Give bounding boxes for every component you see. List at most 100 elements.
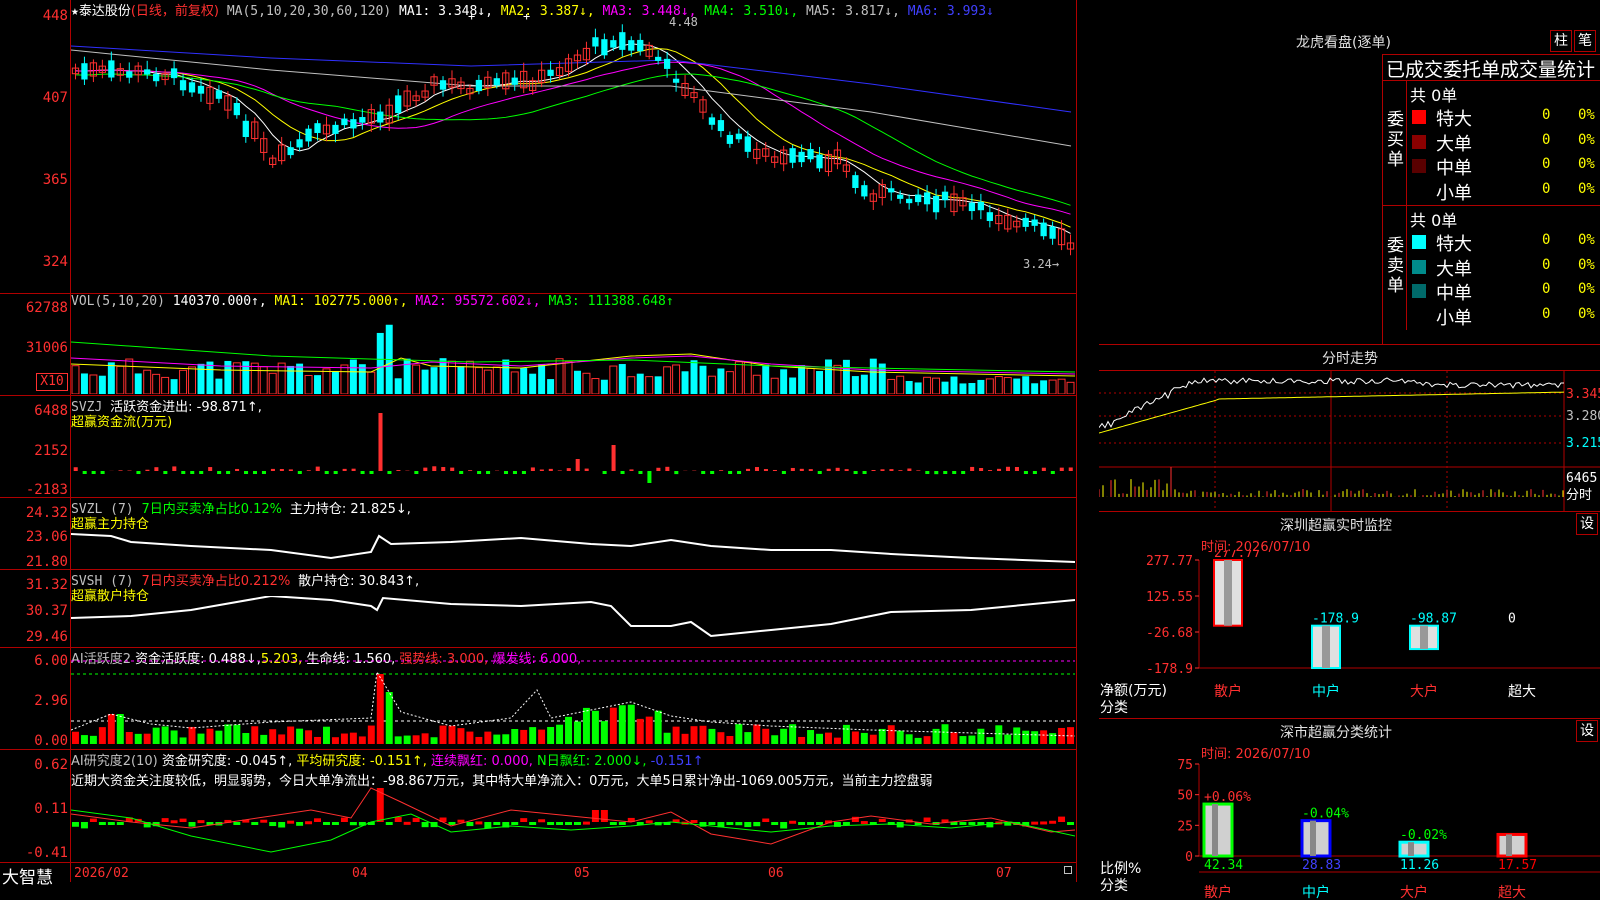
svsh-ratio: 7日内买卖净占比0.212%	[141, 574, 291, 589]
candle-body	[861, 185, 868, 197]
volume-bar	[690, 360, 698, 394]
class-bar-shade	[1212, 804, 1218, 856]
class-axis-label: 50	[1177, 789, 1193, 804]
active-bar	[1022, 730, 1030, 744]
svzj-bar	[145, 469, 150, 471]
research-bar	[762, 818, 770, 822]
volume-bar	[206, 361, 214, 394]
order-color-swatch	[1412, 235, 1426, 249]
volume-bar	[304, 374, 313, 394]
buy-total: 共 0单	[1410, 86, 1458, 105]
ai-active-chart[interactable]	[71, 650, 1075, 748]
research-bar	[466, 822, 474, 827]
volume-bar	[1057, 378, 1066, 394]
intraday-axis-label: 3.345	[1566, 387, 1600, 402]
class-category-label: 大户	[1400, 884, 1428, 900]
bar-mode-button[interactable]: 柱	[1550, 30, 1572, 52]
ai-research-chart[interactable]	[71, 752, 1075, 862]
active-bar	[726, 736, 734, 744]
order-row-count: 0	[1542, 156, 1551, 172]
volume-bar	[798, 365, 806, 394]
research-bar	[735, 822, 743, 826]
volume-value: 140370.000↑,	[172, 294, 267, 309]
svsh-axis: 31.32 30.37 29.46	[0, 572, 68, 648]
volume-bar	[152, 373, 161, 394]
svzl-chart[interactable]	[71, 528, 1075, 568]
active-bar	[950, 732, 958, 744]
axis-label: 0.00	[34, 733, 68, 749]
svzj-bar	[916, 470, 921, 471]
svzj-bar	[997, 468, 1002, 471]
volume-bar	[1003, 377, 1012, 394]
monitor-axis-label: -26.68	[1146, 626, 1193, 641]
volume-bar	[188, 366, 196, 394]
volume-chart[interactable]	[71, 308, 1075, 394]
class-ratio-label: 17.57	[1498, 858, 1537, 873]
svzj-bar	[342, 468, 347, 471]
svzj-bar	[503, 471, 509, 474]
sz-class-chart[interactable]: 75 50 25 0 +0.06% 42.34 散户 -0.04% 28.83 中户 -0.02%…	[1099, 756, 1600, 900]
volume-bar	[574, 370, 581, 394]
volume-bar	[994, 376, 1003, 394]
candle-body	[81, 63, 88, 80]
intraday-chart[interactable]: 3.345 3.280 3.215 6465 分时	[1099, 371, 1600, 511]
active-bar	[744, 732, 752, 744]
longhu-divider	[1382, 80, 1600, 81]
svzj-bar	[871, 470, 876, 471]
svsh-chart[interactable]	[71, 596, 1075, 646]
axis-label: 0.62	[34, 757, 68, 773]
candle-body	[287, 147, 294, 156]
order-row: 中单 0 0%	[1410, 278, 1600, 304]
volume-bar	[851, 376, 859, 394]
candle-body	[215, 90, 223, 99]
research-bar	[959, 822, 967, 825]
volume-bar	[977, 379, 985, 394]
active-bar	[72, 731, 79, 744]
active-bar	[780, 728, 788, 744]
monitor-axis-label: -178.9	[1146, 662, 1193, 677]
volume-bar	[250, 362, 259, 394]
candlestick-chart[interactable]: 4.48 3.24→ + +	[71, 14, 1075, 292]
svzj-bar	[136, 471, 141, 474]
active-bar	[825, 732, 832, 744]
volume-bar	[547, 379, 555, 394]
research-bar	[296, 822, 304, 826]
order-row-count: 0	[1542, 281, 1551, 297]
kline-axis: 448 407 365 324	[0, 0, 68, 293]
candle-body	[439, 80, 447, 90]
active-bar	[529, 727, 537, 744]
volume-indicator-name[interactable]: VOL(5,10,20)	[71, 294, 165, 309]
sell-total: 共 0单	[1410, 211, 1458, 230]
sz-monitor-chart[interactable]: 277.77 125.55 -26.68 -178.9 277.77 散户 -178.9 中…	[1099, 550, 1600, 715]
class-category-label: 中户	[1302, 884, 1330, 900]
stroke-mode-button[interactable]: 笔	[1574, 30, 1596, 52]
volume-bar	[314, 375, 321, 394]
svzj-chart[interactable]	[71, 398, 1075, 496]
volume-bar	[520, 368, 528, 394]
active-bar	[448, 725, 456, 744]
svzj-bar	[548, 468, 553, 471]
active-bar	[134, 733, 142, 744]
monitor-bar-shade	[1420, 625, 1428, 650]
class-settings-button[interactable]: 设	[1576, 720, 1598, 742]
monitor-settings-button[interactable]: 设	[1576, 513, 1598, 535]
active-bar	[152, 727, 160, 744]
volume-ma3-line	[71, 341, 1075, 373]
research-bar	[511, 822, 519, 825]
longhu-divider	[1382, 205, 1600, 206]
svzj-bar	[656, 467, 661, 471]
volume-bar	[421, 369, 429, 394]
order-row-pct: 0%	[1578, 131, 1595, 148]
svzj-bar	[566, 468, 571, 471]
lock-icon[interactable]	[1064, 866, 1072, 874]
research-bar	[1040, 821, 1048, 825]
axis-label: 407	[42, 90, 68, 106]
volume-bar	[717, 368, 725, 394]
research-bar	[1058, 816, 1066, 822]
research-bar	[520, 818, 528, 822]
marker-plus: +	[523, 14, 530, 23]
svzj-bar	[1041, 467, 1046, 471]
volume-bar	[80, 373, 88, 394]
date-label: 2026/02	[74, 866, 129, 881]
volume-bar	[116, 365, 125, 394]
